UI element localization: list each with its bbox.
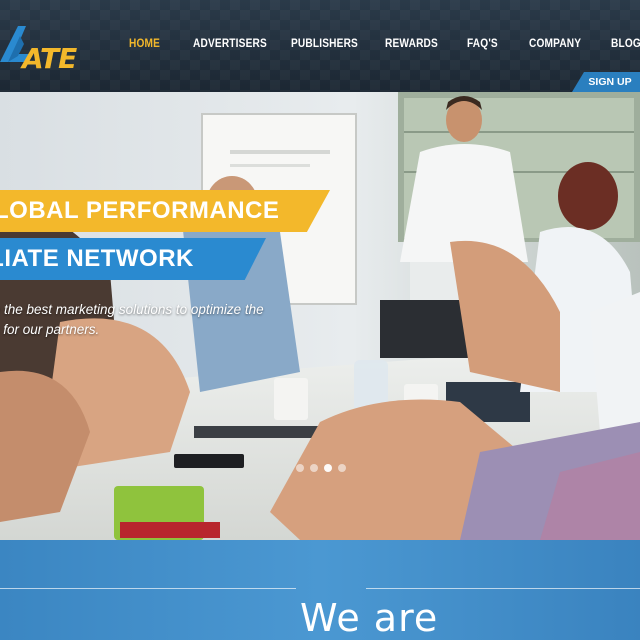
main-nav: HOME ADVERTISERS PUBLISHERS REWARDS FAQ'… — [0, 38, 640, 54]
nav-faqs[interactable]: FAQ'S — [467, 38, 498, 50]
nav-home[interactable]: HOME — [129, 38, 160, 50]
nav-publishers[interactable]: PUBLISHERS — [291, 38, 358, 50]
nav-rewards[interactable]: REWARDS — [385, 38, 438, 50]
nav-company[interactable]: COMPANY — [529, 38, 581, 50]
slider-dot-active[interactable] — [324, 464, 332, 472]
nav-blog[interactable]: BLOG — [611, 38, 640, 50]
divider-left — [0, 588, 296, 589]
signup-button[interactable]: SIGN UP — [572, 72, 640, 92]
slider-dot[interactable] — [338, 464, 346, 472]
site-header: ATE HOME ADVERTISERS PUBLISHERS REWARDS … — [0, 0, 640, 92]
about-heading: We are — [300, 596, 439, 640]
about-section: We are — [0, 540, 640, 640]
hero-headline-line2: ILIATE NETWORK — [0, 238, 266, 280]
hero-subtitle-line1: ve the best marketing solutions to optim… — [0, 302, 264, 317]
slider-pagination — [296, 464, 346, 472]
divider-right — [366, 588, 640, 589]
slider-dot[interactable] — [296, 464, 304, 472]
hero-subtitle: ve the best marketing solutions to optim… — [0, 300, 346, 340]
hero-subtitle-line2: ss for our partners. — [0, 322, 100, 337]
hero-slider: LOBAL PERFORMANCE ILIATE NETWORK ve the … — [0, 92, 640, 540]
hero-headline-line1: LOBAL PERFORMANCE — [0, 190, 330, 232]
hero-headline-line2-text: ILIATE NETWORK — [0, 245, 194, 272]
hero-headline-line1-text: LOBAL PERFORMANCE — [0, 197, 280, 224]
nav-advertisers[interactable]: ADVERTISERS — [193, 38, 267, 50]
slider-dot[interactable] — [310, 464, 318, 472]
